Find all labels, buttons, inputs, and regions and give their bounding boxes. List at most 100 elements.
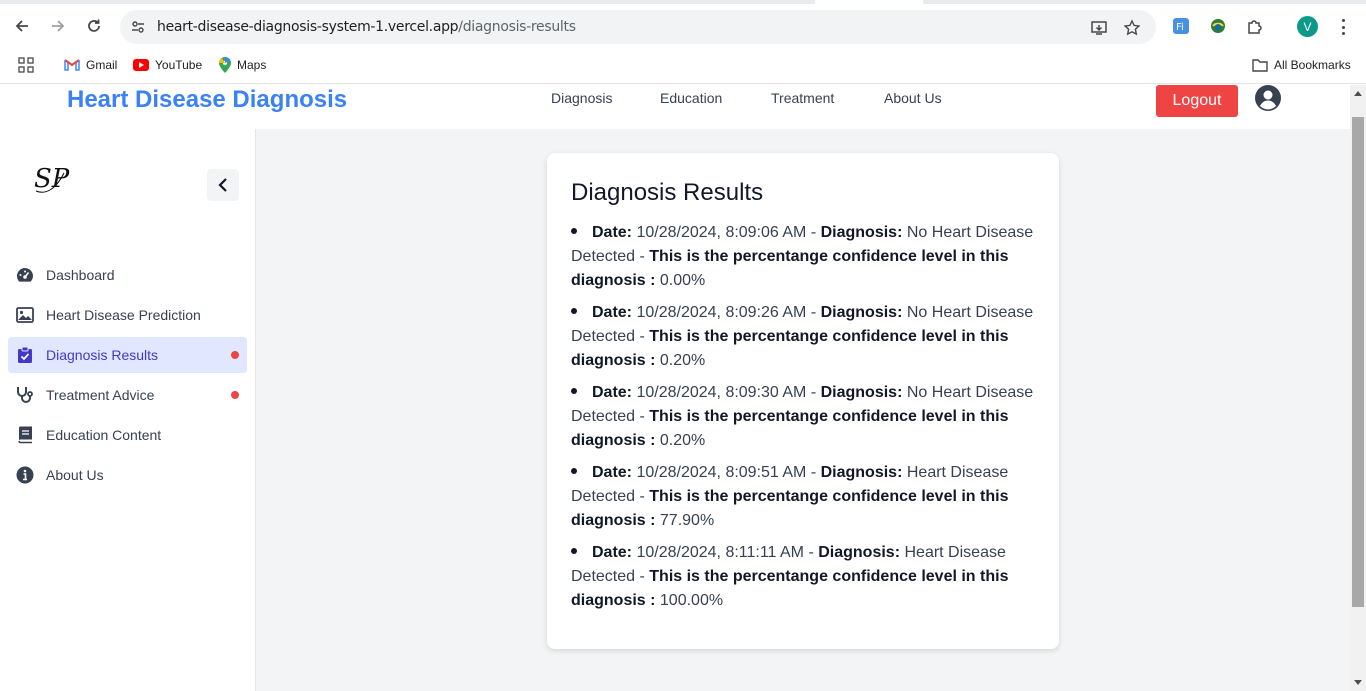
bookmarks-bar: Gmail YouTube Maps All Bookmarks	[0, 46, 1366, 84]
gauge-icon	[16, 266, 34, 284]
bookmark-gmail[interactable]: Gmail	[64, 56, 117, 74]
nav-treatment[interactable]: Treatment	[771, 90, 834, 106]
bookmark-label: YouTube	[155, 58, 203, 72]
confidence-label: This is the percentange confidence level…	[571, 328, 1009, 369]
page-title: Diagnosis Results	[571, 179, 764, 206]
svg-text:Fi: Fi	[1176, 22, 1184, 33]
folder-icon	[1252, 59, 1268, 72]
back-icon[interactable]	[10, 14, 34, 38]
result-confidence: 77.90%	[659, 512, 715, 529]
sidebar-item-about-us[interactable]: About Us	[8, 457, 247, 493]
sidebar-item-dashboard[interactable]: Dashboard	[8, 257, 247, 293]
bookmark-label: Gmail	[86, 58, 118, 72]
bookmark-youtube[interactable]: YouTube	[133, 56, 202, 74]
diagnosis-label: Diagnosis:	[820, 384, 903, 401]
chevron-left-icon	[218, 178, 227, 192]
scroll-up-arrow-icon[interactable]	[1354, 91, 1362, 96]
sidebar-item-label: Diagnosis Results	[46, 347, 159, 363]
apps-grid-icon[interactable]	[18, 56, 34, 74]
app-header: Heart Disease Diagnosis Diagnosis Educat…	[0, 85, 1350, 129]
result-item: Date: 10/28/2024, 8:11:11 AM - Diagnosis…	[571, 544, 1009, 609]
book-icon	[16, 426, 34, 444]
diagnosis-results-card: Diagnosis Results Date: 10/28/2024, 8:09…	[547, 153, 1059, 649]
browser-menu-icon[interactable]	[1334, 17, 1352, 37]
extensions-puzzle-icon[interactable]	[1246, 17, 1264, 35]
notification-dot	[231, 391, 239, 399]
sidebar: SP Dashboard Heart Disease Prediction Di…	[0, 129, 256, 691]
result-confidence: 0.00%	[659, 272, 706, 289]
all-bookmarks-label: All Bookmarks	[1274, 58, 1351, 72]
result-confidence: 0.20%	[659, 432, 706, 449]
confidence-label: This is the percentange confidence level…	[571, 488, 1009, 529]
diagnosis-label: Diagnosis:	[818, 544, 901, 561]
scrollbar-thumb[interactable]	[1352, 117, 1364, 607]
diagnosis-label: Diagnosis:	[820, 224, 903, 241]
nav-about-us[interactable]: About Us	[884, 90, 942, 106]
nav-diagnosis[interactable]: Diagnosis	[551, 90, 612, 106]
sidebar-item-label: About Us	[46, 467, 104, 483]
result-date: 10/28/2024, 8:09:30 AM	[636, 384, 807, 401]
sidebar-item-label: Heart Disease Prediction	[46, 307, 201, 323]
result-date: 10/28/2024, 8:11:11 AM	[636, 544, 805, 561]
clipboard-check-icon	[16, 346, 34, 364]
sp-logo: SP	[30, 157, 76, 197]
extension-fi-icon[interactable]: Fi	[1172, 17, 1190, 35]
result-item: Date: 10/28/2024, 8:09:30 AM - Diagnosis…	[571, 384, 1034, 449]
bookmark-star-icon[interactable]	[1123, 19, 1141, 37]
result-item: Date: 10/28/2024, 8:09:26 AM - Diagnosis…	[571, 304, 1034, 369]
confidence-label: This is the percentange confidence level…	[571, 568, 1009, 609]
stethoscope-icon	[16, 386, 34, 404]
profile-avatar[interactable]: V	[1297, 16, 1318, 37]
extension-globe-icon[interactable]	[1209, 17, 1227, 35]
result-date: 10/28/2024, 8:09:26 AM	[636, 304, 807, 321]
main-content: Diagnosis Results Date: 10/28/2024, 8:09…	[256, 129, 1350, 691]
date-label: Date:	[592, 384, 633, 401]
forward-icon[interactable]	[46, 14, 70, 38]
date-label: Date:	[592, 304, 633, 321]
scroll-down-arrow-icon[interactable]	[1354, 680, 1362, 685]
bookmark-label: Maps	[237, 58, 267, 72]
result-confidence: 100.00%	[659, 592, 724, 609]
result-date: 10/28/2024, 8:09:06 AM	[636, 224, 807, 241]
date-label: Date:	[592, 224, 633, 241]
result-date: 10/28/2024, 8:09:51 AM	[636, 464, 807, 481]
collapse-sidebar-button[interactable]	[207, 169, 239, 201]
address-bar[interactable]: heart-disease-diagnosis-system-1.vercel.…	[120, 10, 1156, 44]
logout-button[interactable]: Logout	[1156, 85, 1238, 117]
sidebar-item-education-content[interactable]: Education Content	[8, 417, 247, 453]
notification-dot	[231, 351, 239, 359]
user-avatar-icon[interactable]	[1255, 85, 1281, 111]
nav-education[interactable]: Education	[660, 90, 722, 106]
sidebar-item-label: Education Content	[46, 427, 162, 443]
sidebar-item-heart-disease-prediction[interactable]: Heart Disease Prediction	[8, 297, 247, 333]
sidebar-item-treatment-advice[interactable]: Treatment Advice	[8, 377, 247, 413]
confidence-label: This is the percentange confidence level…	[571, 408, 1009, 449]
confidence-label: This is the percentange confidence level…	[571, 248, 1009, 289]
diagnosis-label: Diagnosis:	[820, 464, 903, 481]
info-icon	[16, 466, 34, 484]
brand-title[interactable]: Heart Disease Diagnosis	[67, 86, 347, 114]
result-item: Date: 10/28/2024, 8:09:51 AM - Diagnosis…	[571, 464, 1009, 529]
youtube-icon	[133, 59, 149, 71]
result-confidence: 0.20%	[659, 352, 706, 369]
bookmark-maps[interactable]: Maps	[219, 56, 266, 74]
maps-icon	[219, 57, 231, 73]
sidebar-item-label: Treatment Advice	[46, 387, 155, 403]
install-app-icon[interactable]	[1090, 19, 1108, 37]
date-label: Date:	[592, 464, 633, 481]
site-settings-icon[interactable]	[130, 19, 146, 35]
gmail-icon	[64, 59, 80, 71]
page-scrollbar[interactable]	[1350, 85, 1366, 691]
results-list: Date: 10/28/2024, 8:09:06 AM - Diagnosis…	[571, 221, 1035, 613]
diagnosis-label: Diagnosis:	[820, 304, 903, 321]
result-item: Date: 10/28/2024, 8:09:06 AM - Diagnosis…	[571, 224, 1034, 289]
browser-toolbar: heart-disease-diagnosis-system-1.vercel.…	[0, 0, 1366, 46]
tab-strip-edge	[0, 0, 1366, 4]
url-text[interactable]: heart-disease-diagnosis-system-1.vercel.…	[157, 19, 576, 35]
reload-icon[interactable]	[82, 14, 106, 38]
sidebar-item-label: Dashboard	[46, 267, 115, 283]
sidebar-item-diagnosis-results[interactable]: Diagnosis Results	[8, 337, 247, 373]
date-label: Date:	[592, 544, 633, 561]
image-icon	[16, 306, 34, 324]
all-bookmarks[interactable]: All Bookmarks	[1252, 56, 1351, 74]
